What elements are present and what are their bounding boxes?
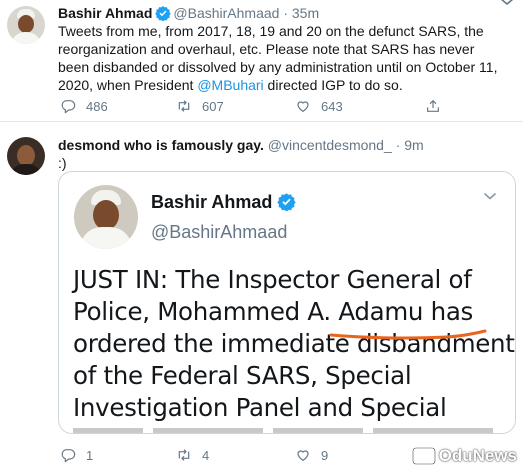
tweet-text: Tweets from me, from 2017, 18, 19 and 20…: [58, 23, 498, 93]
embedded-author-handle: @BashirAhmaad: [151, 222, 288, 242]
avatar[interactable]: [7, 6, 45, 44]
author-name[interactable]: desmond who is famously gay.: [58, 137, 264, 153]
embedded-avatar: [74, 185, 138, 249]
tweet-header: Bashir Ahmad @BashirAhmaad · 35m: [58, 4, 319, 22]
embedded-author-name: Bashir Ahmad: [151, 192, 297, 213]
retweet-button[interactable]: 4: [176, 445, 209, 465]
watermark-text: OduNews: [438, 446, 517, 465]
watermark: OduNews: [411, 446, 517, 466]
embedded-tweet-text: JUST IN: The Inspector General of Police…: [73, 265, 515, 422]
like-icon: [297, 101, 309, 112]
like-button[interactable]: 9: [295, 445, 328, 465]
author-name[interactable]: Bashir Ahmad: [58, 5, 152, 21]
tweet-bashir[interactable]: Bashir Ahmad @BashirAhmaad · 35m Tweets f…: [0, 0, 523, 122]
like-icon: [297, 450, 309, 461]
retweet-icon: [178, 100, 190, 112]
retweet-count: 607: [202, 98, 224, 114]
chevron-down-icon: [483, 192, 497, 200]
separator-dot: ·: [395, 137, 401, 153]
reply-button[interactable]: 1: [60, 445, 93, 465]
like-count: 9: [321, 447, 329, 463]
like-count: 643: [321, 98, 343, 114]
share-button[interactable]: [425, 96, 451, 116]
chevron-down-icon[interactable]: [499, 0, 515, 8]
reply-icon: [61, 100, 76, 114]
timestamp[interactable]: 35m: [292, 5, 319, 21]
author-handle[interactable]: @BashirAhmaad: [173, 5, 279, 21]
retweet-icon: [178, 449, 190, 461]
reply-button[interactable]: 486: [60, 96, 108, 116]
like-button[interactable]: 643: [295, 96, 343, 116]
reply-count: 1: [86, 447, 94, 463]
tweet-desmond[interactable]: desmond who is famously gay. @vincentdes…: [0, 123, 523, 472]
watermark-logo-icon: [411, 447, 436, 465]
tweet-text: :): [58, 155, 67, 171]
separator-dot: ·: [283, 5, 288, 21]
cropped-text-line: [73, 428, 493, 433]
handdrawn-underline: [329, 329, 487, 340]
reply-count: 486: [86, 98, 108, 114]
verified-icon: [155, 6, 172, 21]
avatar[interactable]: [7, 137, 45, 175]
mention-link[interactable]: @MBuhari: [197, 77, 263, 93]
reply-icon: [61, 449, 76, 463]
retweet-count: 4: [202, 447, 210, 463]
retweet-button[interactable]: 607: [176, 96, 224, 116]
author-handle[interactable]: @vincentdesmond_: [268, 137, 392, 153]
tweet-actions: 486 607 643: [58, 96, 458, 116]
embedded-tweet-image[interactable]: Bashir Ahmad @BashirAhmaad JUST IN: The …: [58, 171, 516, 434]
tweet-actions: 1 4 9: [58, 445, 458, 465]
timestamp[interactable]: 9m: [404, 137, 423, 153]
share-icon: [427, 99, 439, 112]
verified-icon: [277, 193, 297, 211]
tweet-header: desmond who is famously gay. @vincentdes…: [58, 136, 424, 154]
